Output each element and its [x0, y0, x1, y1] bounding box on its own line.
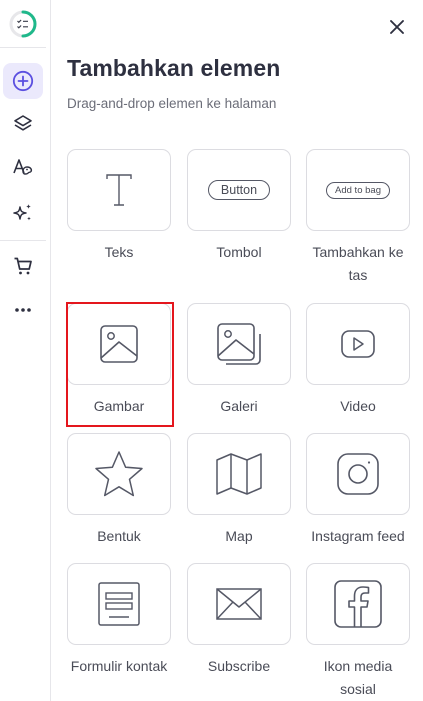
- add-element-button[interactable]: [3, 63, 43, 99]
- instagram-icon: [337, 453, 379, 495]
- element-tile-tambahkan-ke-tas[interactable]: Add to bag Tambahkan ke tas: [306, 149, 410, 287]
- element-label: Instagram feed: [311, 528, 405, 544]
- store-button[interactable]: [3, 248, 43, 284]
- more-button[interactable]: [3, 292, 43, 328]
- element-preview: [306, 433, 410, 515]
- add-to-bag-icon: Add to bag: [326, 181, 390, 199]
- element-tile-gambar[interactable]: Gambar: [66, 302, 174, 427]
- sparkle-icon: [13, 204, 31, 221]
- rail-divider: [0, 240, 46, 241]
- gallery-icon: [217, 323, 261, 365]
- close-icon: [390, 20, 404, 34]
- element-label: Teks: [104, 244, 134, 260]
- element-tile-bentuk[interactable]: Bentuk: [67, 433, 171, 548]
- panel-subtitle: Drag-and-drop elemen ke halaman: [67, 96, 277, 111]
- element-label: Video: [340, 398, 376, 414]
- element-preview: Add to bag: [306, 149, 410, 231]
- element-tile-ikon-media-sosial[interactable]: Ikon media sosial: [306, 563, 410, 701]
- panel-title: Tambahkan elemen: [67, 55, 281, 81]
- video-icon: [341, 330, 375, 358]
- image-icon: [100, 325, 138, 363]
- left-sidebar: [0, 0, 51, 701]
- element-preview: [67, 563, 171, 645]
- ai-button[interactable]: [3, 195, 43, 231]
- element-preview: [187, 563, 291, 645]
- form-icon: [98, 582, 140, 626]
- element-tile-video[interactable]: Video: [306, 303, 410, 418]
- element-preview: [306, 563, 410, 645]
- element-preview: [187, 303, 291, 385]
- element-preview: [67, 433, 171, 515]
- plus-circle-icon: [12, 70, 34, 92]
- element-label: Ikon media sosial: [323, 658, 393, 697]
- element-preview: Button: [187, 149, 291, 231]
- checklist-progress-button[interactable]: [3, 6, 43, 42]
- close-button[interactable]: [384, 14, 410, 40]
- element-preview: [67, 303, 171, 385]
- element-label: Formulir kontak: [70, 658, 168, 674]
- map-icon: [216, 453, 262, 495]
- element-tile-instagram-feed[interactable]: Instagram feed: [306, 433, 410, 548]
- more-icon: [15, 308, 31, 312]
- button-icon: Button: [207, 180, 271, 200]
- text-icon: [106, 174, 132, 206]
- element-preview: [187, 433, 291, 515]
- element-label: Tambahkan ke tas: [312, 244, 404, 283]
- element-label: Galeri: [220, 398, 258, 414]
- layers-icon: [14, 115, 32, 131]
- element-label: Subscribe: [207, 658, 271, 674]
- element-tile-formulir-kontak[interactable]: Formulir kontak: [67, 563, 171, 678]
- element-label: Map: [225, 528, 253, 544]
- element-tile-tombol[interactable]: Button Tombol: [187, 149, 291, 264]
- element-tile-map[interactable]: Map: [187, 433, 291, 548]
- checklist-progress-icon: [9, 10, 37, 38]
- theme-button[interactable]: [3, 149, 43, 185]
- star-icon: [95, 451, 143, 497]
- envelope-icon: [216, 588, 262, 620]
- add-elements-panel: Tambahkan elemen Drag-and-drop elemen ke…: [52, 0, 423, 701]
- element-preview: [306, 303, 410, 385]
- element-tile-galeri[interactable]: Galeri: [187, 303, 291, 418]
- cart-icon: [14, 257, 32, 275]
- element-label: Gambar: [93, 398, 145, 414]
- element-label: Tombol: [216, 244, 262, 260]
- element-tile-subscribe[interactable]: Subscribe: [187, 563, 291, 678]
- facebook-icon: [334, 580, 382, 628]
- element-preview: [67, 149, 171, 231]
- element-label: Bentuk: [97, 528, 141, 544]
- rail-divider: [0, 47, 46, 48]
- palette-icon: [13, 159, 33, 175]
- element-tile-teks[interactable]: Teks: [67, 149, 171, 264]
- layers-button[interactable]: [3, 106, 43, 142]
